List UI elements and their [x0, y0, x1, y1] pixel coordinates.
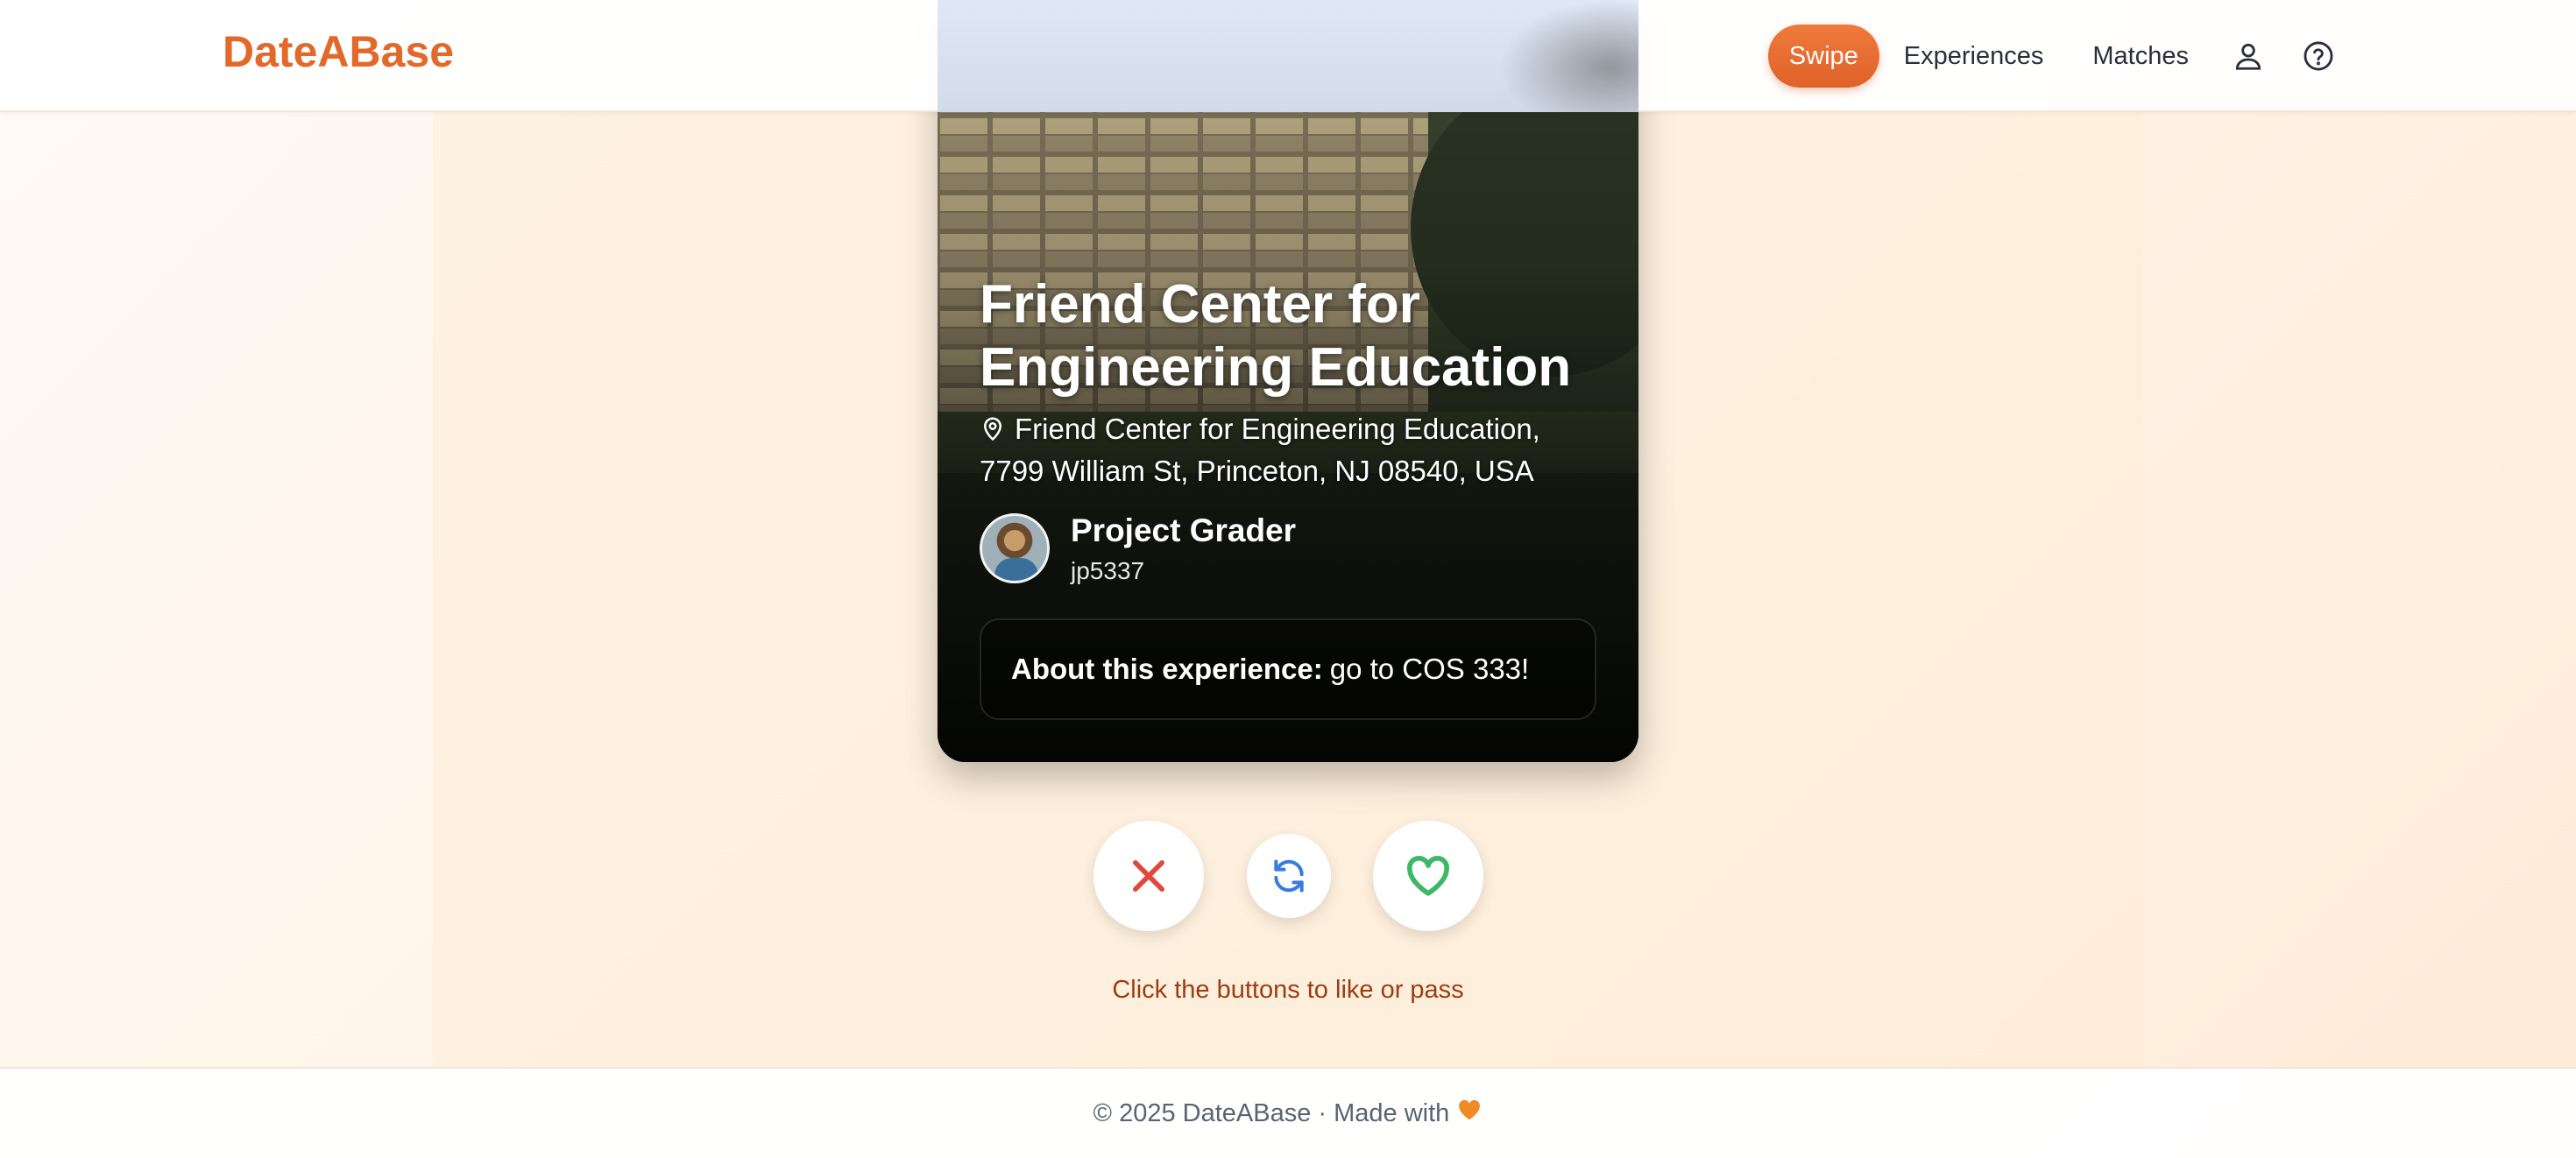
- avatar[interactable]: [980, 513, 1050, 583]
- nav-swipe[interactable]: Swipe: [1767, 25, 1879, 88]
- brand-logo[interactable]: DateABase: [223, 26, 454, 77]
- swipe-hint: Click the buttons to like or pass: [1112, 976, 1464, 1004]
- undo-button[interactable]: [1247, 834, 1331, 918]
- about-text: go to COS 333!: [1329, 653, 1530, 685]
- help-circle-icon[interactable]: [2283, 25, 2353, 88]
- like-button[interactable]: [1373, 821, 1483, 931]
- orange-heart-icon: [1456, 1097, 1483, 1130]
- x-icon: [1133, 860, 1164, 892]
- pass-button[interactable]: [1093, 821, 1204, 931]
- nav-matches[interactable]: Matches: [2068, 25, 2213, 88]
- about-experience-box: About this experience: go to COS 333!: [980, 618, 1596, 720]
- nav-experiences[interactable]: Experiences: [1879, 25, 2069, 88]
- experience-title: Friend Center for Engineering Education: [980, 274, 1572, 398]
- heart-icon: [1407, 856, 1449, 896]
- author-handle: jp5337: [1071, 557, 1145, 584]
- location-pin-icon: [983, 417, 1002, 441]
- experience-author[interactable]: Project Grader jp5337: [980, 512, 1296, 585]
- experience-card[interactable]: Friend Center for Engineering Education …: [938, 0, 1638, 762]
- card-photo-top-overlay: [938, 0, 1638, 112]
- address-text: Friend Center for Engineering Education,…: [980, 413, 1540, 487]
- author-name: Project Grader: [1071, 512, 1297, 548]
- about-label: About this experience:: [1011, 653, 1323, 685]
- main-nav: Swipe Experiences Matches: [1767, 25, 2353, 88]
- author-info: Project Grader jp5337: [1071, 512, 1296, 585]
- user-icon[interactable]: [2213, 25, 2283, 88]
- footer: © 2025 DateABase · Made with: [0, 1067, 2576, 1158]
- footer-text: © 2025 DateABase · Made with: [1093, 1098, 1450, 1127]
- refresh-icon: [1274, 859, 1304, 893]
- experience-address: Friend Center for Engineering Education,…: [980, 408, 1596, 492]
